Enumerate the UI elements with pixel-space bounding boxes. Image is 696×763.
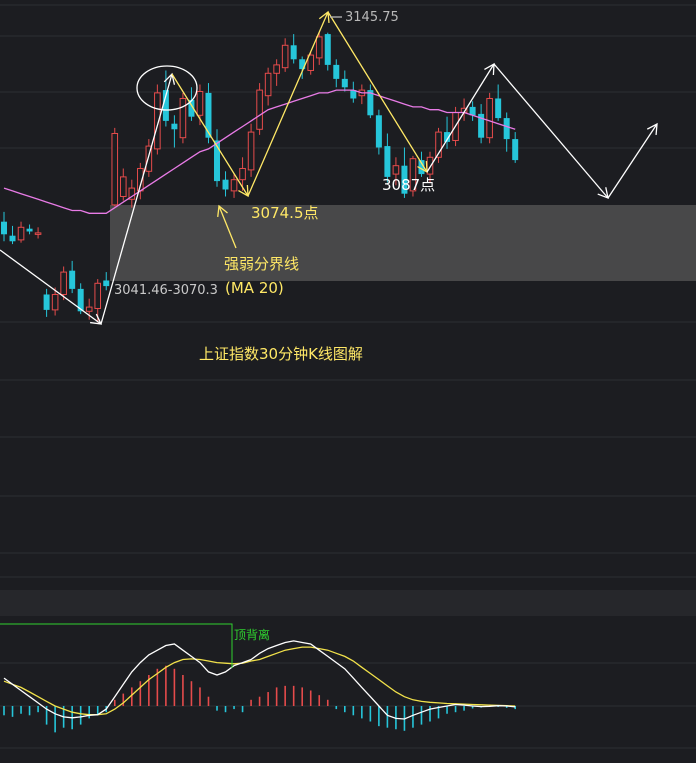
candle-body-33 <box>281 44 289 69</box>
resistance-band <box>110 205 696 281</box>
divergence-label: 顶背离 <box>234 627 270 642</box>
candle-body-27 <box>230 179 238 192</box>
chart-background <box>0 0 696 763</box>
ma-line-label: 强弱分界线 <box>224 255 299 273</box>
candle-body-5 <box>43 294 50 310</box>
candle-body-30 <box>256 89 263 130</box>
candle-body-32 <box>273 64 280 74</box>
candle-body-4 <box>34 232 42 235</box>
candle-body-1 <box>9 235 16 242</box>
candle-body-8 <box>69 270 76 289</box>
candle-body-20 <box>171 123 178 130</box>
candle-body-29 <box>247 131 255 171</box>
candle-body-11 <box>94 282 102 309</box>
candle-body-37 <box>315 36 323 59</box>
candle-body-0 <box>1 221 7 235</box>
candle-body-24 <box>205 92 212 138</box>
candle-body-26 <box>222 179 229 190</box>
candle-body-6 <box>51 293 59 311</box>
low-value-label: 3087点 <box>382 176 435 194</box>
band-range-label: 3041.46-3070.3 <box>114 283 218 298</box>
kline-chart: 3145.75 3074.5点 3087点 3041.46-3070.3 强弱分… <box>0 0 696 763</box>
candle-body-3 <box>26 228 33 232</box>
candle-body-28 <box>239 167 246 181</box>
candle-body-2 <box>17 226 25 241</box>
candle-body-10 <box>85 306 93 312</box>
candle-body-14 <box>119 176 127 197</box>
candle-body-31 <box>264 72 272 97</box>
support-value-label: 3074.5点 <box>251 204 319 222</box>
candle-body-7 <box>60 271 67 295</box>
candle-body-21 <box>179 97 187 139</box>
candle-body-23 <box>196 90 204 116</box>
candle-body-12 <box>103 280 110 287</box>
candle-body-58 <box>495 98 502 119</box>
candle-body-60 <box>512 139 519 161</box>
ma-line-sublabel: (MA 20) <box>225 279 284 297</box>
candle-body-59 <box>503 118 510 140</box>
candle-body-39 <box>333 64 340 79</box>
candle-body-13 <box>111 132 119 206</box>
candle-body-34 <box>290 45 297 60</box>
candle-body-46 <box>392 165 400 175</box>
candle-body-44 <box>375 115 382 148</box>
indicator-header-bar <box>0 590 696 616</box>
candle-body-40 <box>341 78 348 88</box>
candle-body-57 <box>486 97 493 139</box>
candle-body-50 <box>426 156 434 175</box>
chart-caption: 上证指数30分钟K线图解 <box>199 345 363 363</box>
high-value-label: 3145.75 <box>345 10 399 25</box>
candle-body-45 <box>384 146 391 177</box>
candle-body-38 <box>324 34 331 65</box>
